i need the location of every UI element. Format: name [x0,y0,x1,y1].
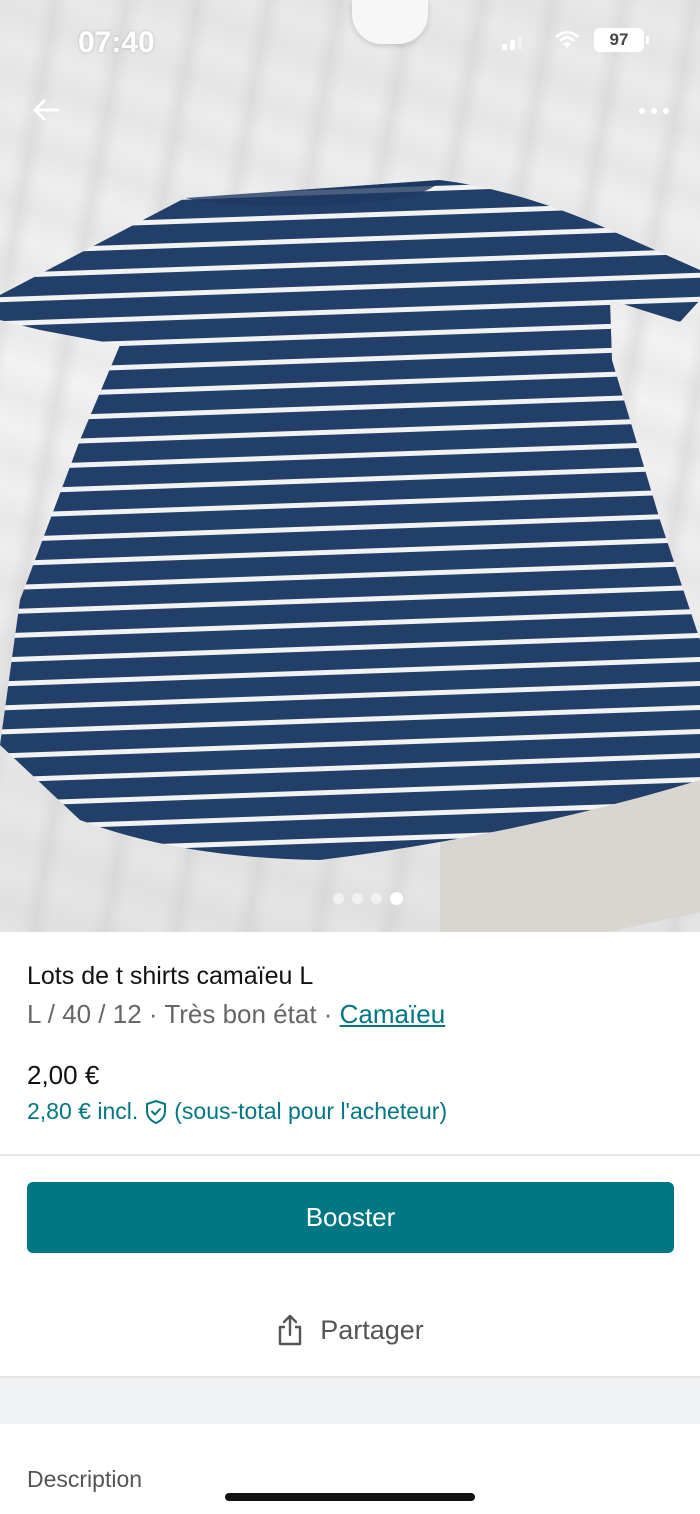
carousel-dot[interactable] [371,893,382,904]
more-options-icon[interactable] [632,96,676,126]
product-photo[interactable]: 07:40 97 [0,0,700,932]
buyer-price-note: (sous-total pour l'acheteur) [174,1098,448,1124]
carousel-dot[interactable] [333,893,344,904]
listing-title: Lots de t shirts camaïeu L [27,962,314,990]
carousel-dot[interactable] [352,893,363,904]
item-price: 2,00 € [27,1060,100,1090]
description-heading: Description [27,1466,143,1492]
striped-tshirt-image [0,180,700,860]
share-label: Partager [320,1314,424,1345]
cellular-signal-icon [502,36,522,50]
share-button[interactable]: Partager [0,1310,700,1350]
brand-link[interactable]: Camaïeu [340,999,446,1029]
status-bar: 07:40 97 [0,0,700,80]
shield-check-icon [146,1099,167,1124]
buyer-price-info[interactable]: 2,80 € incl. (sous-total pour l'acheteur… [27,1098,447,1125]
carousel-pagination [0,892,700,907]
back-arrow-icon[interactable] [28,92,64,128]
share-icon [279,1314,302,1346]
buyer-price-value: 2,80 € incl. [27,1098,139,1124]
divider [0,1154,700,1156]
section-separator [0,1376,700,1424]
boost-button[interactable]: Booster [27,1182,674,1253]
carousel-dot-active[interactable] [390,892,403,905]
size-condition-text: L / 40 / 12 · Très bon état · [27,999,340,1029]
home-indicator[interactable] [225,1493,475,1501]
status-time: 07:40 [78,26,155,59]
listing-details: L / 40 / 12 · Très bon état · Camaïeu [27,999,445,1030]
wifi-icon [555,31,579,48]
battery-indicator: 97 [594,28,649,52]
